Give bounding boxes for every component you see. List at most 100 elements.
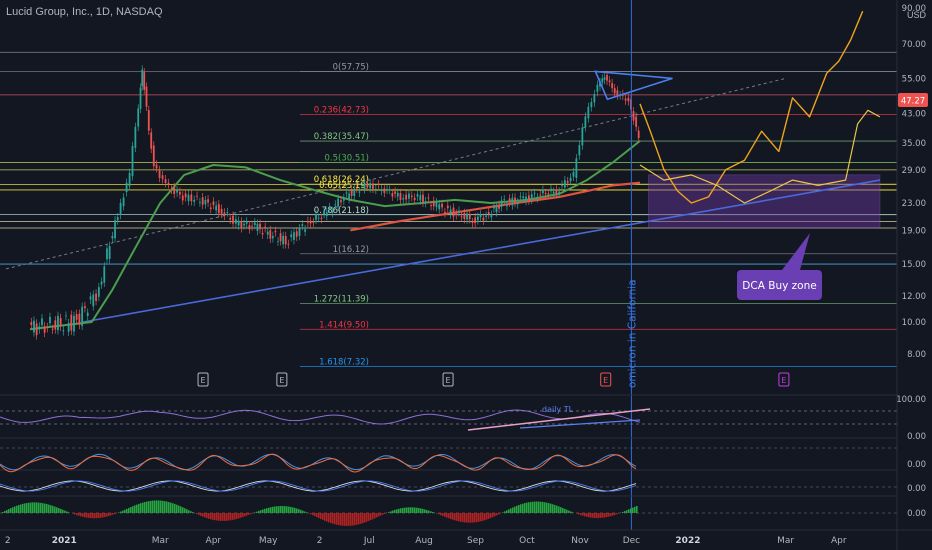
candle-body: [243, 223, 245, 226]
histogram-bar: [296, 508, 298, 513]
histogram-bar: [274, 506, 276, 513]
histogram-bar: [472, 513, 474, 523]
histogram-bar: [244, 513, 246, 517]
chart-svg[interactable]: 90.0070.0055.0043.0035.0029.0023.0019.00…: [0, 0, 932, 550]
y-tick-label: 12.00: [902, 292, 926, 302]
histogram-bar: [520, 504, 522, 513]
histogram-bar: [618, 513, 620, 514]
candle-body: [100, 281, 103, 285]
candle-body: [438, 204, 441, 210]
histogram-bar: [530, 501, 532, 513]
candle-body: [256, 223, 259, 231]
candle-body: [511, 197, 514, 206]
candle-body: [394, 191, 396, 194]
histogram-bar: [152, 500, 154, 513]
histogram-bar: [276, 506, 278, 513]
histogram-bar: [242, 513, 244, 518]
candle-body: [552, 191, 555, 194]
histogram-bar: [584, 513, 586, 517]
histogram-bar: [272, 506, 274, 513]
histogram-bar: [298, 509, 300, 513]
candle-body: [337, 198, 340, 207]
candle-body: [519, 196, 522, 198]
histogram-bar: [24, 503, 26, 513]
candle-body: [361, 185, 363, 187]
x-tick-label: Apr: [831, 536, 847, 546]
histogram-bar: [18, 505, 20, 513]
histogram-bar: [82, 513, 84, 517]
candle-body: [539, 194, 542, 196]
pane-tick-label: 0.00: [907, 484, 926, 494]
x-tick-label: Nov: [571, 536, 589, 546]
histogram-bar: [368, 513, 370, 521]
candle-body: [578, 145, 581, 156]
histogram-bar: [524, 503, 526, 513]
histogram-bar: [76, 513, 78, 516]
y-tick-label: 43.00: [902, 110, 926, 120]
candle-body: [103, 266, 106, 283]
candle-body: [533, 192, 536, 194]
histogram-bar: [408, 507, 410, 513]
histogram-bar: [228, 513, 230, 521]
candle-body: [226, 211, 229, 213]
histogram-bar: [48, 504, 50, 513]
histogram-bar: [22, 503, 24, 513]
candle-body: [388, 189, 391, 191]
candle-body: [468, 214, 471, 220]
histogram-bar: [218, 513, 220, 521]
histogram-bar: [282, 506, 284, 513]
histogram-bar: [56, 507, 58, 513]
fib-label: 1.618(7.32): [319, 358, 369, 368]
candle-body: [342, 197, 345, 201]
candle-body: [57, 315, 59, 331]
fib-label: 0.236(42.73): [314, 105, 369, 115]
candle-body: [33, 320, 35, 333]
histogram-bar: [376, 513, 378, 518]
earnings-marker-label: E: [446, 376, 451, 385]
histogram-bar: [320, 513, 322, 519]
histogram-bar: [442, 513, 444, 517]
histogram-bar: [256, 511, 258, 513]
histogram-bar: [362, 513, 364, 524]
histogram-bar: [90, 513, 92, 519]
candle-body: [366, 183, 369, 187]
histogram-bar: [4, 511, 6, 513]
histogram-bar: [602, 513, 604, 518]
candle-body: [563, 180, 566, 188]
histogram-bar: [488, 513, 490, 519]
histogram-bar: [34, 502, 36, 513]
histogram-bar: [432, 512, 434, 513]
histogram-bar: [532, 501, 534, 513]
y-tick-label: 19.00: [902, 226, 926, 236]
earnings-marker-label: E: [279, 376, 284, 385]
histogram-bar: [74, 513, 76, 515]
histogram-bar: [122, 510, 124, 513]
histogram-bar: [468, 513, 470, 523]
candle-body: [561, 184, 563, 186]
candle-body: [536, 197, 539, 199]
candle-body: [550, 188, 552, 192]
histogram-bar: [154, 500, 156, 513]
histogram-bar: [112, 513, 114, 515]
candle-body: [301, 224, 304, 226]
candle-body: [380, 189, 383, 192]
candle-body: [141, 69, 144, 87]
histogram-bar: [108, 513, 110, 517]
candle-body: [62, 330, 65, 332]
histogram-bar: [160, 500, 162, 513]
candle-body: [207, 199, 209, 203]
pane-tick-label: 0.00: [907, 509, 926, 519]
candle-body: [446, 205, 449, 209]
histogram-bar: [492, 513, 494, 518]
histogram-bar: [364, 513, 366, 523]
candle-body: [145, 86, 148, 107]
histogram-bar: [120, 511, 122, 513]
x-tick-label: Mar: [777, 536, 794, 546]
histogram-bar: [196, 513, 198, 515]
candle-body: [139, 87, 142, 109]
candle-body: [49, 316, 51, 324]
x-tick-label: 2: [317, 536, 323, 546]
candle-body: [452, 207, 455, 217]
histogram-bar: [438, 513, 440, 515]
candle-body: [328, 207, 331, 210]
